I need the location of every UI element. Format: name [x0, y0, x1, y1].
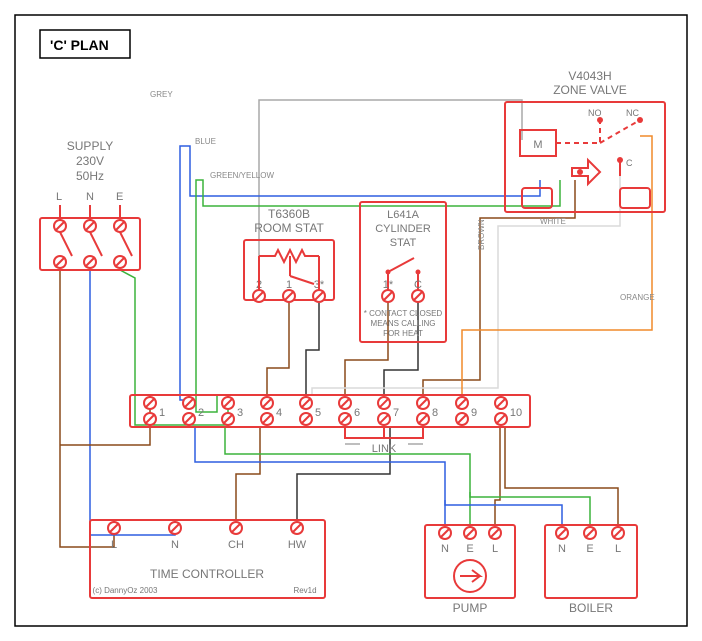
svg-text:8: 8	[432, 407, 438, 419]
svg-text:4: 4	[276, 407, 282, 419]
svg-text:* CONTACT CLOSED: * CONTACT CLOSED	[364, 309, 443, 318]
svg-text:SUPPLY: SUPPLY	[67, 139, 113, 153]
svg-text:FOR HEAT: FOR HEAT	[383, 329, 423, 338]
boiler: N E L BOILER	[545, 525, 637, 615]
svg-text:9: 9	[471, 407, 477, 419]
svg-text:C: C	[626, 158, 633, 168]
svg-text:STAT: STAT	[390, 237, 417, 249]
svg-text:N: N	[441, 543, 449, 555]
svg-text:CYLINDER: CYLINDER	[375, 223, 431, 235]
svg-text:L641A: L641A	[387, 209, 419, 221]
svg-text:N: N	[558, 543, 566, 555]
svg-text:7: 7	[393, 407, 399, 419]
svg-text:NC: NC	[626, 108, 639, 118]
svg-text:BLUE: BLUE	[195, 137, 216, 146]
svg-text:5: 5	[315, 407, 321, 419]
svg-text:230V: 230V	[76, 154, 104, 168]
svg-text:BOILER: BOILER	[569, 601, 613, 615]
wiring-diagram: 'C' PLAN GREY BLUE GREEN/YELLOW BROWN WH…	[0, 0, 702, 641]
svg-text:WHITE: WHITE	[540, 217, 566, 226]
svg-text:T6360B: T6360B	[268, 207, 310, 221]
svg-text:M: M	[533, 139, 542, 151]
svg-text:GREY: GREY	[150, 90, 173, 99]
svg-text:E: E	[116, 191, 123, 203]
diagram-title: 'C' PLAN	[50, 37, 109, 53]
pump: N E L PUMP	[425, 525, 515, 615]
svg-text:10: 10	[510, 407, 522, 419]
svg-text:(c) DannyOz 2003: (c) DannyOz 2003	[93, 586, 158, 595]
svg-text:L: L	[111, 539, 117, 551]
svg-text:N: N	[86, 191, 94, 203]
svg-text:L: L	[492, 543, 498, 555]
svg-text:HW: HW	[288, 539, 307, 551]
svg-text:PUMP: PUMP	[453, 601, 488, 615]
svg-text:E: E	[586, 543, 593, 555]
svg-text:ROOM STAT: ROOM STAT	[254, 221, 324, 235]
svg-text:LINK: LINK	[372, 443, 397, 455]
cylinder-stat: L641A CYLINDER STAT 1* C * CONTACT CLOSE…	[360, 202, 446, 342]
svg-text:1: 1	[159, 407, 165, 419]
room-stat: T6360B ROOM STAT 2 1 3*	[244, 207, 334, 302]
svg-text:BROWN: BROWN	[477, 219, 486, 250]
svg-text:ZONE VALVE: ZONE VALVE	[553, 83, 627, 97]
zone-valve: V4043H ZONE VALVE M NO NC C	[505, 69, 665, 212]
svg-text:L: L	[615, 543, 621, 555]
svg-text:N: N	[171, 539, 179, 551]
svg-text:NO: NO	[588, 108, 602, 118]
svg-text:6: 6	[354, 407, 360, 419]
svg-text:MEANS CALLING: MEANS CALLING	[371, 319, 436, 328]
svg-text:TIME CONTROLLER: TIME CONTROLLER	[150, 567, 264, 581]
svg-text:2: 2	[198, 407, 204, 419]
svg-text:3: 3	[237, 407, 243, 419]
time-controller: L N CH HW TIME CONTROLLER (c) DannyOz 20…	[90, 520, 325, 598]
svg-text:GREEN/YELLOW: GREEN/YELLOW	[210, 171, 274, 180]
svg-text:L: L	[56, 191, 62, 203]
svg-text:CH: CH	[228, 539, 244, 551]
supply-block: SUPPLY 230V 50Hz L N E	[40, 139, 140, 270]
svg-text:E: E	[466, 543, 473, 555]
svg-text:Rev1d: Rev1d	[293, 586, 316, 595]
svg-text:50Hz: 50Hz	[76, 169, 104, 183]
svg-text:V4043H: V4043H	[568, 69, 611, 83]
svg-text:ORANGE: ORANGE	[620, 293, 655, 302]
